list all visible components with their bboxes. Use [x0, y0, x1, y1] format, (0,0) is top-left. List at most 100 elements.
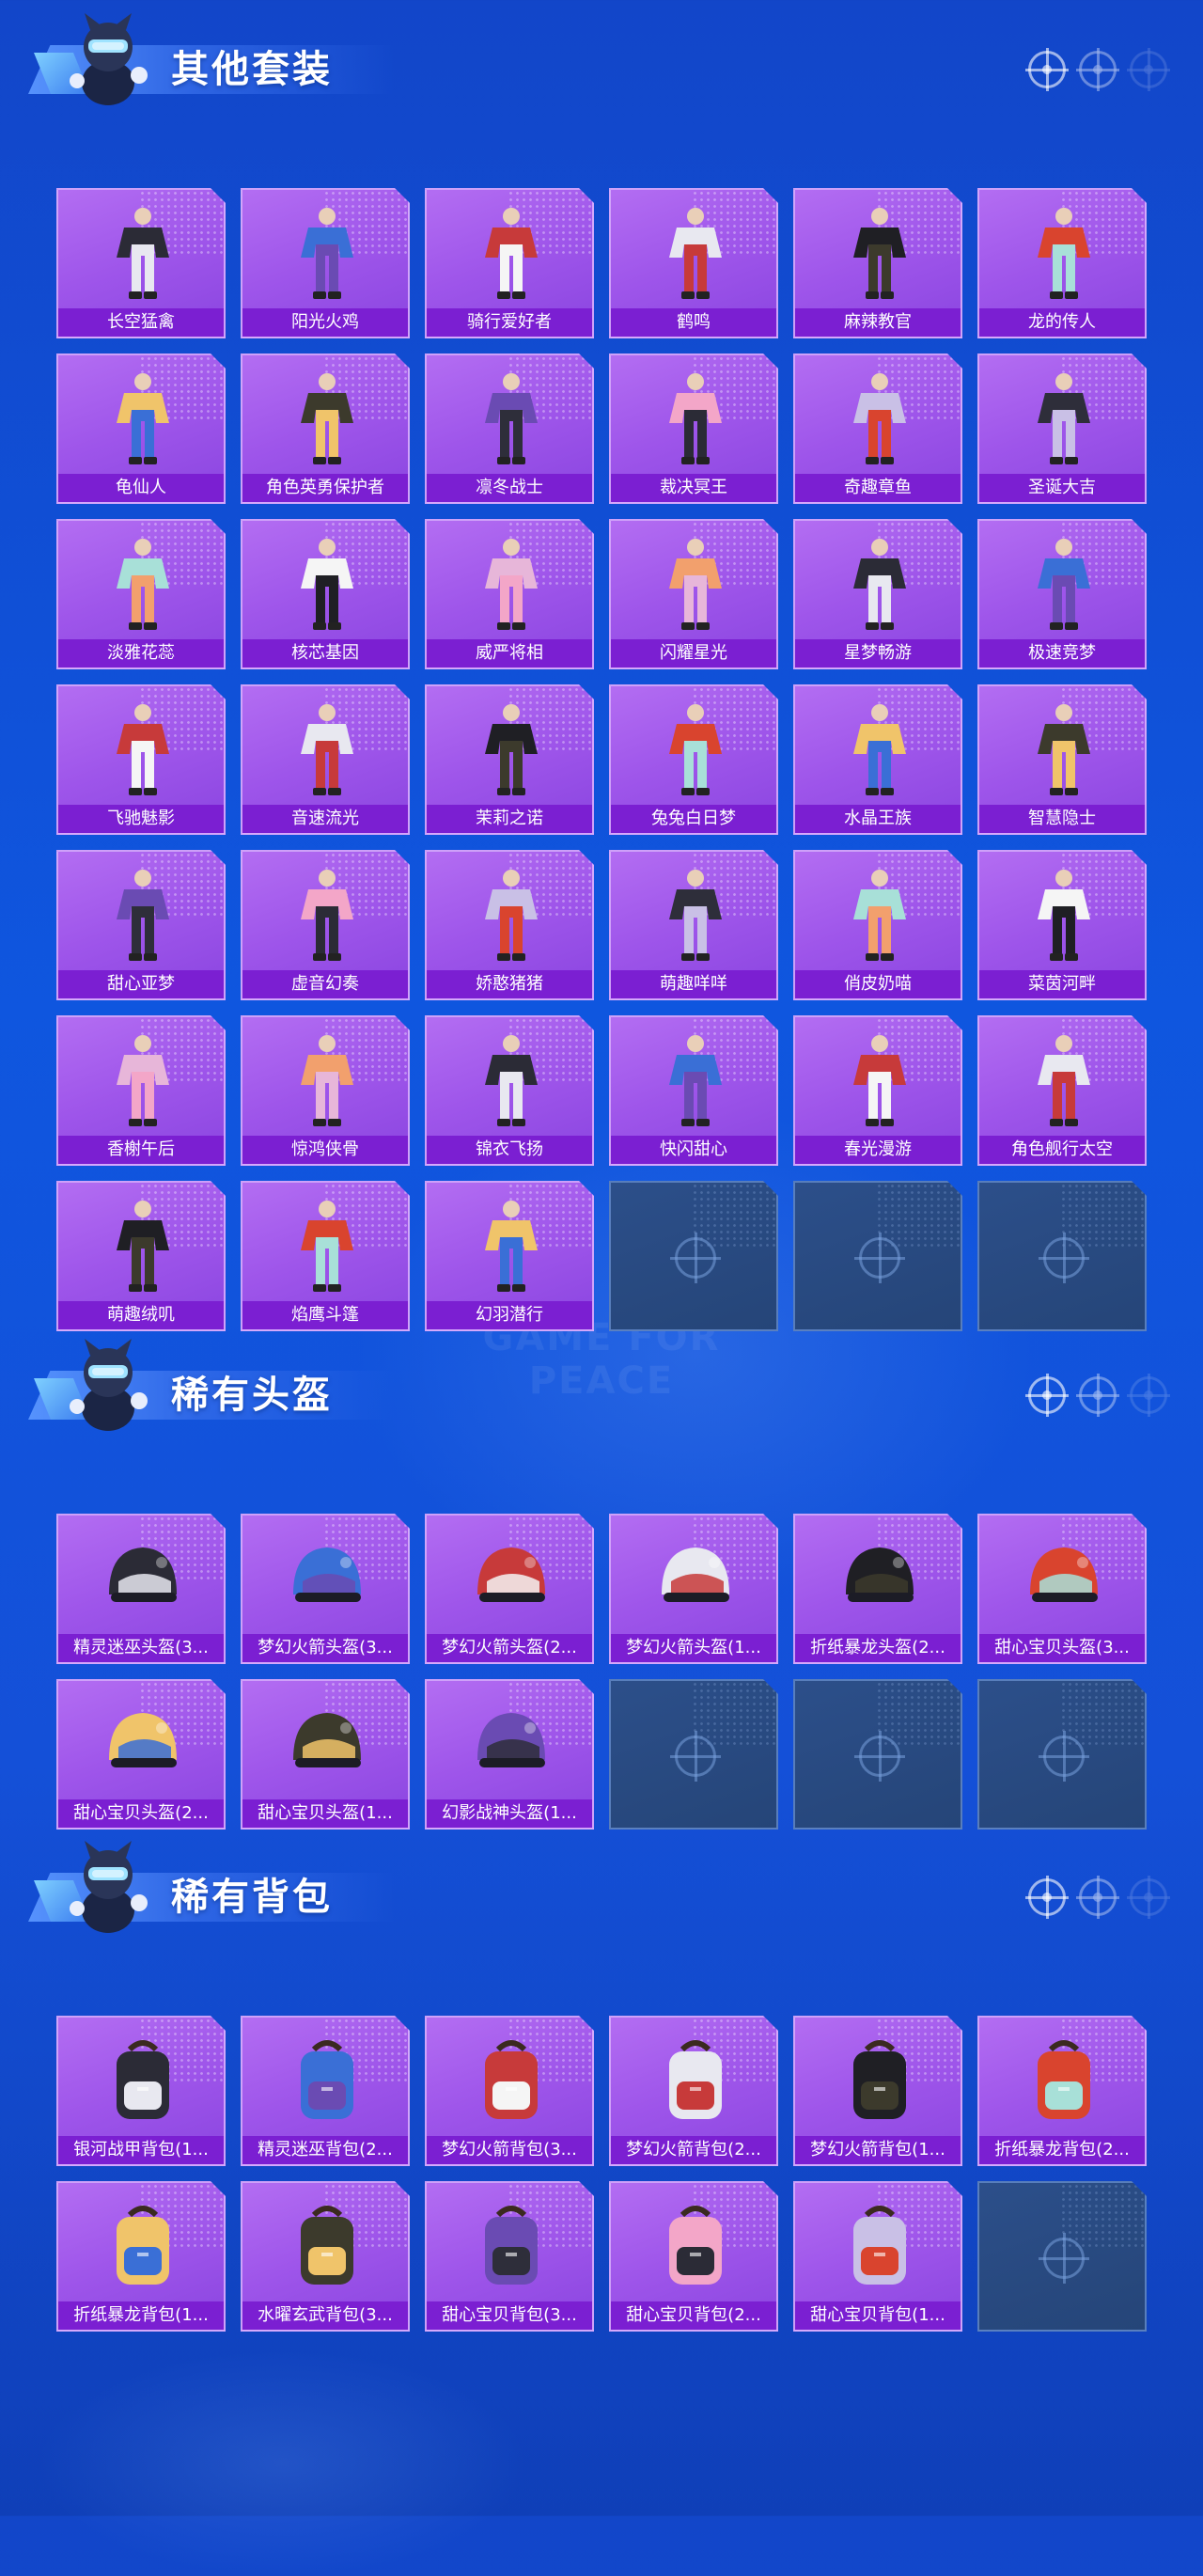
item-card[interactable]: 圣诞大吉 [977, 353, 1147, 504]
item-card[interactable]: 甜心宝贝背包(2... [609, 2181, 778, 2332]
item-card[interactable]: 折纸暴龙头盔(2... [793, 1514, 962, 1664]
outfit-thumbnail-icon [1017, 203, 1111, 301]
item-card[interactable]: 折纸暴龙背包(1... [56, 2181, 226, 2332]
item-name: 梦幻火箭头盔(1... [611, 1634, 776, 1662]
outfit-thumbnail-icon [648, 203, 742, 301]
item-name: 梦幻火箭背包(2... [611, 2136, 776, 2164]
item-card[interactable]: 智慧隐士 [977, 684, 1147, 835]
outfit-thumbnail-icon [833, 203, 927, 301]
item-card[interactable]: 虚音幻奏 [241, 850, 410, 1000]
empty-slot [793, 1679, 962, 1830]
item-card[interactable]: 闪耀星光 [609, 519, 778, 669]
item-card[interactable]: 折纸暴龙背包(2... [977, 2016, 1147, 2166]
item-card[interactable]: 菜茵河畔 [977, 850, 1147, 1000]
item-card[interactable]: 核芯基因 [241, 519, 410, 669]
item-card[interactable]: 兔兔白日梦 [609, 684, 778, 835]
item-grid: 精灵迷巫头盔(3... 梦幻火箭头盔(3... 梦幻火箭头盔(2... 梦幻火箭头盔(… [56, 1514, 1147, 1830]
outfit-thumbnail-icon [280, 1196, 374, 1294]
item-card[interactable]: 甜心宝贝背包(3... [425, 2181, 594, 2332]
item-name: 星梦畅游 [795, 639, 961, 668]
item-card[interactable]: 焰鹰斗篷 [241, 1181, 410, 1331]
item-card[interactable]: 幻羽潜行 [425, 1181, 594, 1331]
item-card[interactable]: 龟仙人 [56, 353, 226, 504]
item-name: 银河战甲背包(1... [58, 2136, 224, 2164]
item-card[interactable]: 角色舰行太空 [977, 1015, 1147, 1166]
item-name: 智慧隐士 [979, 805, 1145, 833]
item-card[interactable]: 锦衣飞扬 [425, 1015, 594, 1166]
item-name: 核芯基因 [242, 639, 408, 668]
item-card[interactable]: 甜心宝贝头盔(3... [977, 1514, 1147, 1664]
item-card[interactable]: 鹤鸣 [609, 188, 778, 338]
item-card[interactable]: 甜心宝贝头盔(2... [56, 1679, 226, 1830]
item-card[interactable]: 梦幻火箭背包(1... [793, 2016, 962, 2166]
item-card[interactable]: 娇憨猪猪 [425, 850, 594, 1000]
outfit-thumbnail-icon [833, 1030, 927, 1128]
outfit-thumbnail-icon [648, 369, 742, 466]
item-card[interactable]: 水晶王族 [793, 684, 962, 835]
item-card[interactable]: 甜心亚梦 [56, 850, 226, 1000]
item-name: 惊鸿侠骨 [242, 1136, 408, 1164]
crosshair-dot [1144, 1893, 1153, 1902]
item-card[interactable]: 惊鸿侠骨 [241, 1015, 410, 1166]
crosshair-icon [675, 1736, 716, 1777]
item-card[interactable]: 极速竞梦 [977, 519, 1147, 669]
section-header: 稀有背包 [0, 1828, 1203, 1933]
item-name: 麻辣教官 [795, 308, 961, 337]
crosshair-icon [1127, 1876, 1170, 1919]
outfit-thumbnail-icon [96, 699, 190, 797]
item-card[interactable]: 奇趣章鱼 [793, 353, 962, 504]
backpack-thumbnail-icon [464, 2196, 558, 2294]
item-name: 裁决冥王 [611, 474, 776, 502]
empty-slot [609, 1679, 778, 1830]
item-name: 水晶王族 [795, 805, 961, 833]
item-card[interactable]: 春光漫游 [793, 1015, 962, 1166]
item-card[interactable]: 星梦畅游 [793, 519, 962, 669]
item-card[interactable]: 甜心宝贝背包(1... [793, 2181, 962, 2332]
item-card[interactable]: 快闪甜心 [609, 1015, 778, 1166]
item-card[interactable]: 麻辣教官 [793, 188, 962, 338]
item-card[interactable]: 角色英勇保护者 [241, 353, 410, 504]
item-card[interactable]: 银河战甲背包(1... [56, 2016, 226, 2166]
item-name: 梦幻火箭背包(3... [427, 2136, 592, 2164]
outfit-thumbnail-icon [96, 1030, 190, 1128]
outfit-thumbnail-icon [96, 369, 190, 466]
crosshair-icon [1076, 48, 1119, 91]
item-card[interactable]: 淡雅花蕊 [56, 519, 226, 669]
item-card[interactable]: 龙的传人 [977, 188, 1147, 338]
item-card[interactable]: 梦幻火箭头盔(3... [241, 1514, 410, 1664]
outfit-thumbnail-icon [1017, 1030, 1111, 1128]
item-card[interactable]: 甜心宝贝头盔(1... [241, 1679, 410, 1830]
outfit-thumbnail-icon [648, 699, 742, 797]
item-card[interactable]: 音速流光 [241, 684, 410, 835]
item-card[interactable]: 裁决冥王 [609, 353, 778, 504]
item-card[interactable]: 茉莉之诺 [425, 684, 594, 835]
item-card[interactable]: 骑行爱好者 [425, 188, 594, 338]
helmet-thumbnail-icon [96, 1694, 190, 1792]
item-card[interactable]: 萌趣绒叽 [56, 1181, 226, 1331]
item-card[interactable]: 梦幻火箭头盔(2... [425, 1514, 594, 1664]
item-card[interactable]: 俏皮奶喵 [793, 850, 962, 1000]
outfit-thumbnail-icon [1017, 699, 1111, 797]
item-card[interactable]: 水曜玄武背包(3... [241, 2181, 410, 2332]
item-card[interactable]: 梦幻火箭头盔(1... [609, 1514, 778, 1664]
item-name: 折纸暴龙背包(1... [58, 2301, 224, 2330]
item-name: 闪耀星光 [611, 639, 776, 668]
item-card[interactable]: 精灵迷巫背包(2... [241, 2016, 410, 2166]
crosshair-dot [1042, 1390, 1052, 1400]
item-card[interactable]: 香榭午后 [56, 1015, 226, 1166]
item-name: 娇憨猪猪 [427, 970, 592, 998]
item-card[interactable]: 阳光火鸡 [241, 188, 410, 338]
item-card[interactable]: 长空猛禽 [56, 188, 226, 338]
item-card[interactable]: 梦幻火箭背包(3... [425, 2016, 594, 2166]
item-name: 梦幻火箭头盔(2... [427, 1634, 592, 1662]
item-name: 俏皮奶喵 [795, 970, 961, 998]
crosshair-icon [1025, 1876, 1069, 1919]
item-card[interactable]: 飞驰魅影 [56, 684, 226, 835]
item-card[interactable]: 梦幻火箭背包(2... [609, 2016, 778, 2166]
item-card[interactable]: 精灵迷巫头盔(3... [56, 1514, 226, 1664]
item-card[interactable]: 凛冬战士 [425, 353, 594, 504]
item-card[interactable]: 威严将相 [425, 519, 594, 669]
item-card[interactable]: 幻影战神头盔(1... [425, 1679, 594, 1830]
crosshair-icon [1043, 2238, 1085, 2279]
item-card[interactable]: 萌趣咩咩 [609, 850, 778, 1000]
